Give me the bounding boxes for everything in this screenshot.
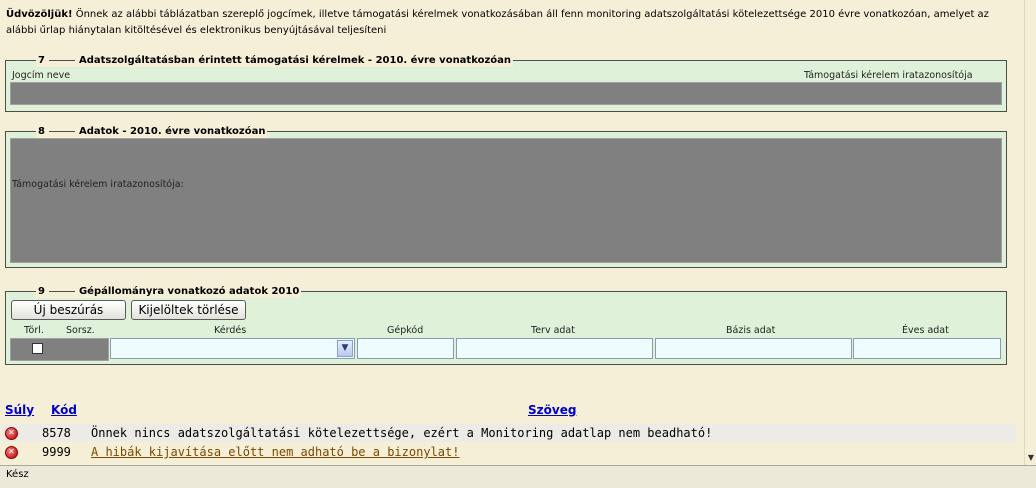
col-bazis: Bázis adat (726, 325, 776, 336)
error-icon: ✕ (5, 446, 18, 459)
message-row: ✕ 9999 A hibák kijavítása előtt nem adha… (2, 443, 1016, 461)
new-insert-button[interactable]: Új beszúrás (11, 300, 126, 320)
chevron-down-icon[interactable]: ▼ (337, 340, 353, 357)
section-number: 9 (38, 286, 45, 297)
message-code: 8578 (42, 426, 71, 440)
bazis-adat-input[interactable] (655, 338, 852, 359)
terv-adat-input[interactable] (456, 338, 653, 359)
field-label-iratazonosito: Támogatási kérelem iratazonosítója: (12, 179, 184, 190)
section-9: 9 Gépállományra vonatkozó adatok 2010 Új … (5, 285, 1007, 365)
eves-adat-input[interactable] (853, 338, 1001, 359)
col-gepkod: Gépkód (387, 325, 424, 336)
intro-text: Üdvözöljük! Önnek az alábbi táblázatban … (6, 7, 1016, 39)
section-title: Adatok - 2010. évre vonatkozóan (78, 126, 266, 137)
col-jogcim: Jogcím neve (12, 70, 71, 81)
col-iratazonosito: Támogatási kérelem iratazonosítója (804, 70, 973, 81)
error-icon: ✕ (5, 427, 18, 440)
section-8-legend: 8 Adatok - 2010. évre vonatkozóan (36, 125, 268, 138)
message-link[interactable]: A hibák kijavítása előtt nem adható be a… (91, 443, 459, 461)
section-title: Gépállományra vonatkozó adatok 2010 (78, 286, 300, 297)
col-terv: Terv adat (531, 325, 575, 336)
section-9-legend: 9 Gépállományra vonatkozó adatok 2010 (36, 285, 302, 298)
gepkod-input[interactable] (357, 338, 454, 359)
scroll-down-arrow-icon[interactable]: ▼ (1026, 453, 1036, 463)
message-code: 9999 (42, 445, 71, 459)
messages-header: Súly Kód Szöveg (5, 403, 1015, 419)
section-title: Adatszolgáltatásban érintett támogatási … (78, 55, 512, 66)
row-index-cell (10, 338, 109, 361)
intro-body: Önnek az alábbi táblázatban szereplő jog… (6, 9, 989, 36)
section-number: 7 (38, 55, 45, 66)
col-sorsz: Sorsz. (66, 325, 95, 336)
intro-greeting: Üdvözöljük! (6, 9, 73, 20)
col-eves: Éves adat (902, 325, 949, 336)
header-suly-link[interactable]: Súly (5, 403, 34, 417)
message-text: Önnek nincs adatszolgáltatási kötelezett… (91, 426, 713, 440)
delete-row-checkbox[interactable] (32, 343, 43, 354)
col-torl: Törl. (24, 325, 44, 336)
header-kod-link[interactable]: Kód (51, 403, 77, 417)
status-text: Kész (6, 469, 29, 480)
section-8-data-panel (10, 138, 1002, 263)
vertical-scrollbar[interactable]: ▼ (1024, 0, 1036, 465)
section-number: 8 (38, 126, 45, 137)
section-7: 7 Adatszolgáltatásban érintett támogatási… (5, 54, 1007, 112)
message-row: ✕ 8578 Önnek nincs adatszolgáltatási köt… (2, 424, 1016, 442)
col-kerdes: Kérdés (214, 325, 247, 336)
delete-selected-button[interactable]: Kijelöltek törlése (131, 300, 246, 320)
section-7-table-row (10, 82, 1002, 105)
header-szoveg-link[interactable]: Szöveg (528, 403, 576, 417)
kerdes-select[interactable]: ▼ (110, 338, 355, 359)
status-bar: Kész (0, 465, 1036, 488)
section-8: 8 Adatok - 2010. évre vonatkozóan Támogat… (5, 125, 1007, 268)
section-7-legend: 7 Adatszolgáltatásban érintett támogatási… (36, 54, 514, 67)
